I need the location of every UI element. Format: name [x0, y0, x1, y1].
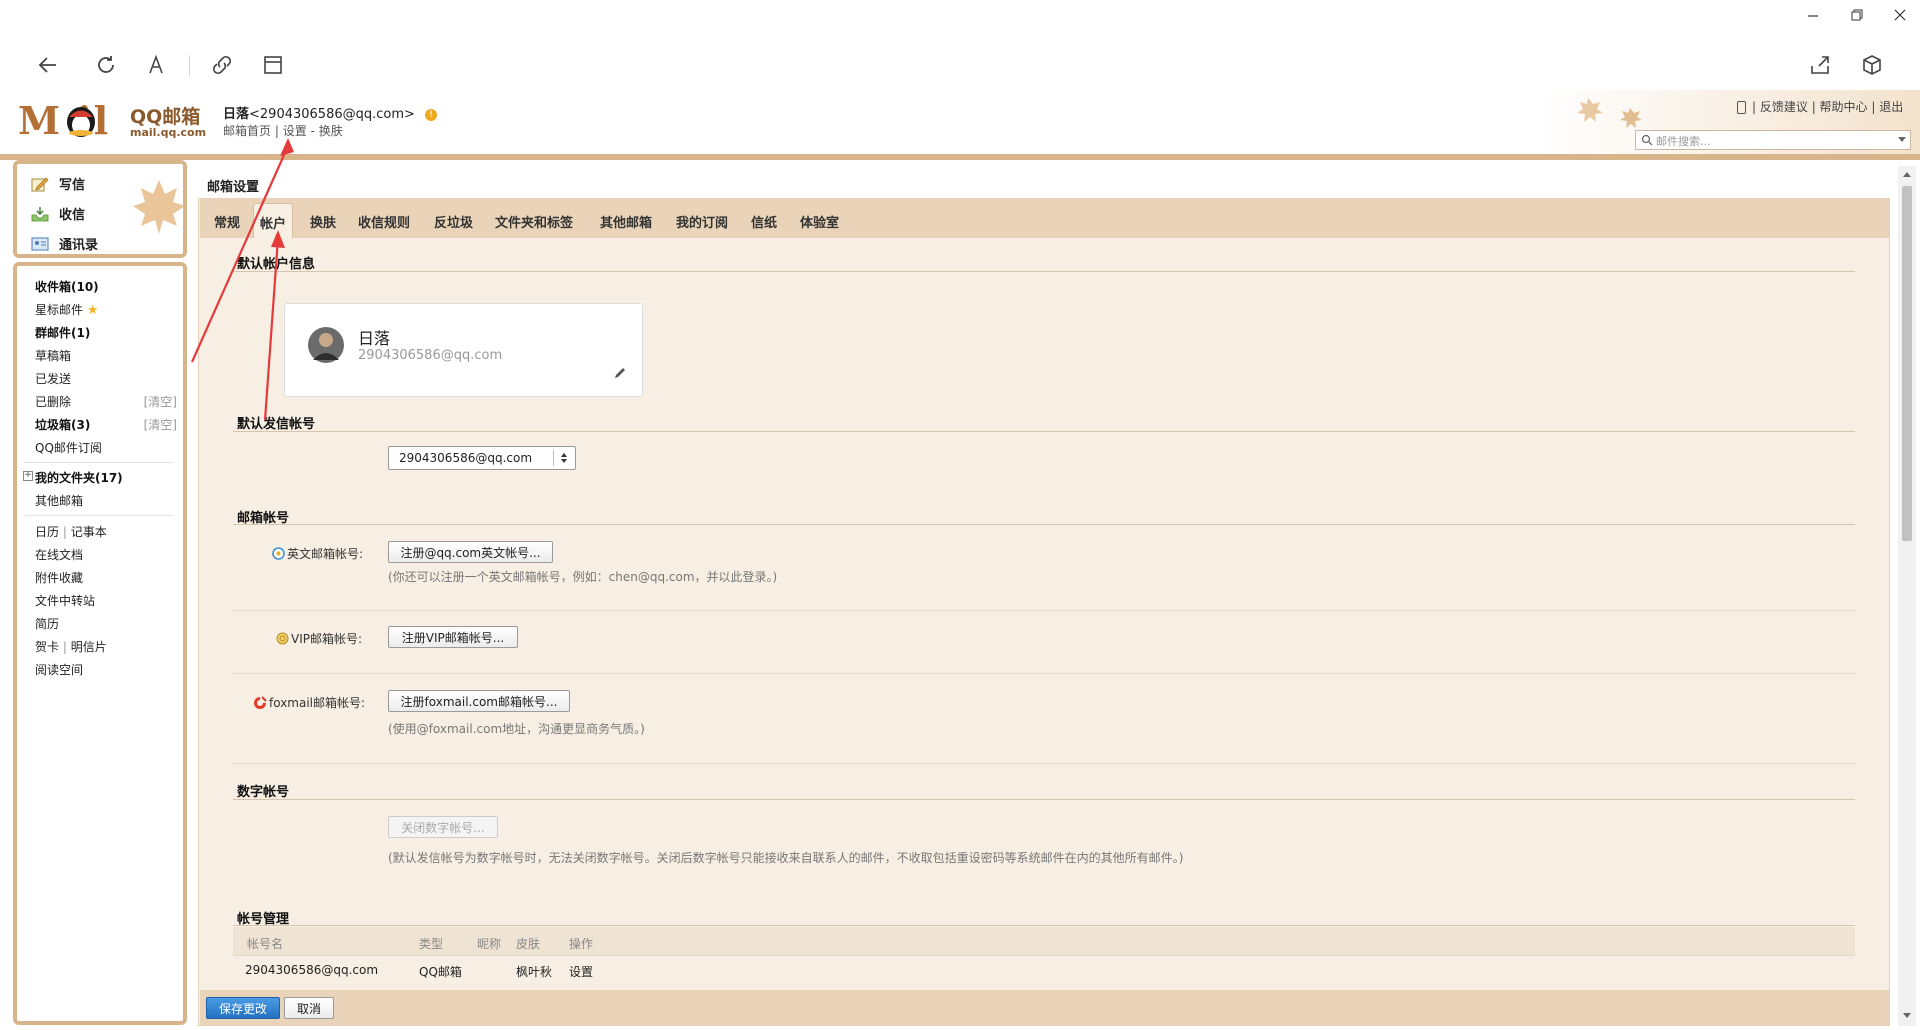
- annotation-arrows: [190, 138, 294, 421]
